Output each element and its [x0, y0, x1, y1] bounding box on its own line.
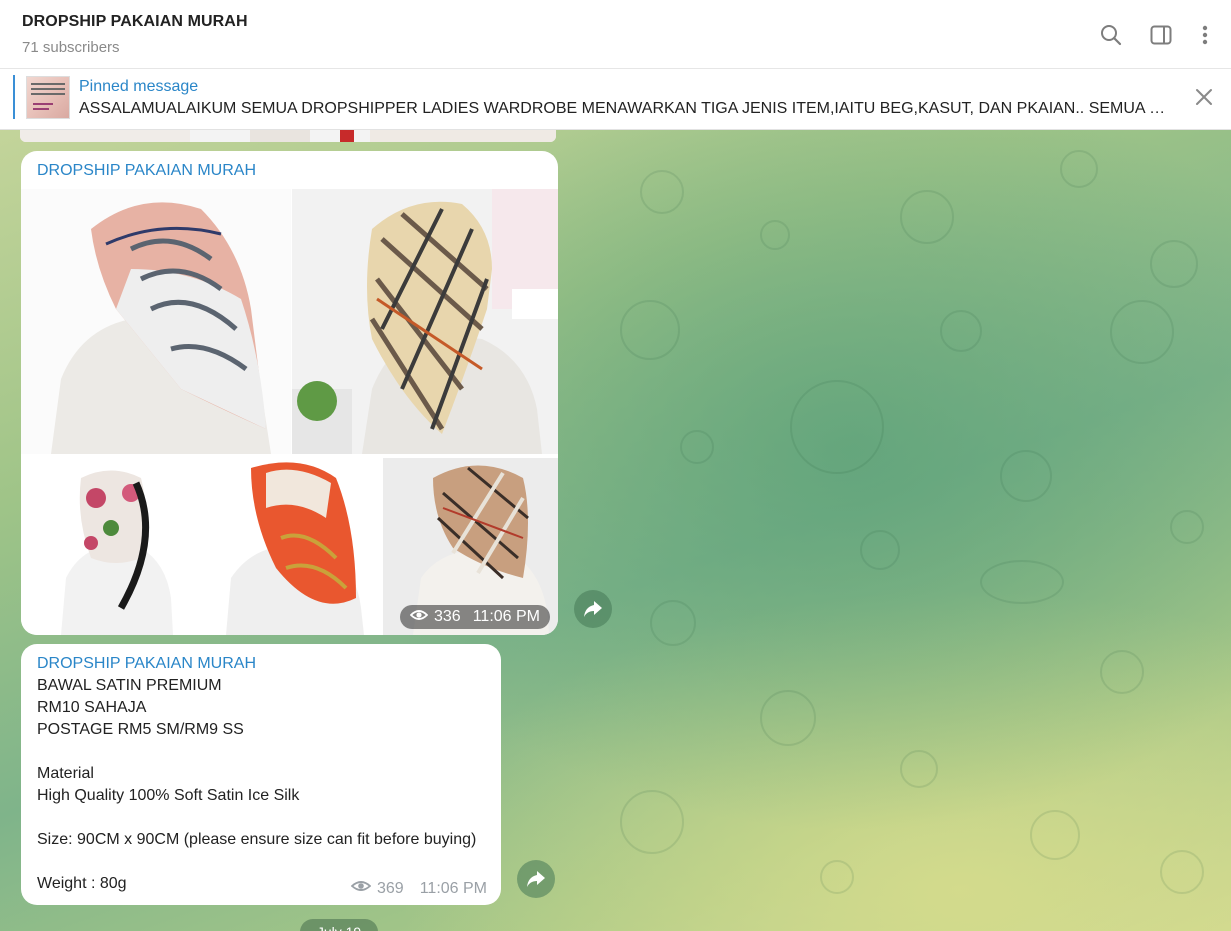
search-icon[interactable] [1098, 22, 1124, 48]
sidebar-toggle-icon[interactable] [1148, 22, 1174, 48]
message-text[interactable]: DROPSHIP PAKAIAN MURAH BAWAL SATIN PREMI… [21, 644, 501, 905]
message-time: 11:06 PM [419, 879, 487, 897]
message-line: Size: 90CM x 90CM (please ensure size ca… [37, 831, 477, 848]
share-icon[interactable] [517, 860, 555, 898]
album-photo-3[interactable] [21, 458, 205, 635]
close-icon[interactable] [1192, 85, 1216, 109]
eye-icon [409, 608, 429, 627]
view-count: 336 [434, 608, 461, 625]
album-photo-4[interactable] [206, 458, 382, 635]
eye-icon [350, 879, 372, 898]
more-vertical-icon[interactable] [1192, 22, 1218, 48]
message-time: 11:06 PM [472, 608, 540, 625]
album-photo-2[interactable] [292, 189, 558, 454]
view-count: 369 [377, 879, 404, 897]
pinned-accent-bar [13, 75, 15, 119]
chat-header: DROPSHIP PAKAIAN MURAH 71 subscribers [0, 0, 1231, 69]
previous-message-peek [20, 130, 556, 142]
pinned-thumbnail [26, 76, 70, 119]
message-meta: 369 11:06 PM [350, 879, 487, 898]
album-photo-1[interactable] [21, 189, 291, 454]
chat-background[interactable]: DROPSHIP PAKAIAN MURAH 336 11:06 PM DROP… [0, 130, 1231, 931]
message-line: RM10 SAHAJA [37, 699, 147, 716]
channel-title[interactable]: DROPSHIP PAKAIAN MURAH [22, 13, 248, 31]
message-line: High Quality 100% Soft Satin Ice Silk [37, 787, 300, 804]
album-meta: 336 11:06 PM [400, 605, 550, 629]
date-separator: July 19 [300, 919, 378, 931]
message-line: Weight : 80g [37, 875, 127, 892]
subscriber-count: 71 subscribers [22, 39, 120, 56]
message-line: POSTAGE RM5 SM/RM9 SS [37, 721, 244, 738]
message-album[interactable]: DROPSHIP PAKAIAN MURAH 336 11:06 PM [21, 151, 558, 635]
message-sender[interactable]: DROPSHIP PAKAIAN MURAH [37, 162, 256, 180]
message-sender[interactable]: DROPSHIP PAKAIAN MURAH [37, 655, 256, 673]
message-line: BAWAL SATIN PREMIUM [37, 677, 222, 694]
message-line: Material [37, 765, 94, 782]
pinned-message-bar[interactable]: Pinned message ASSALAMUALAIKUM SEMUA DRO… [0, 69, 1231, 130]
pinned-text: ASSALAMUALAIKUM SEMUA DROPSHIPPER LADIES… [79, 100, 1169, 117]
pinned-title: Pinned message [79, 78, 199, 95]
share-icon[interactable] [574, 590, 612, 628]
